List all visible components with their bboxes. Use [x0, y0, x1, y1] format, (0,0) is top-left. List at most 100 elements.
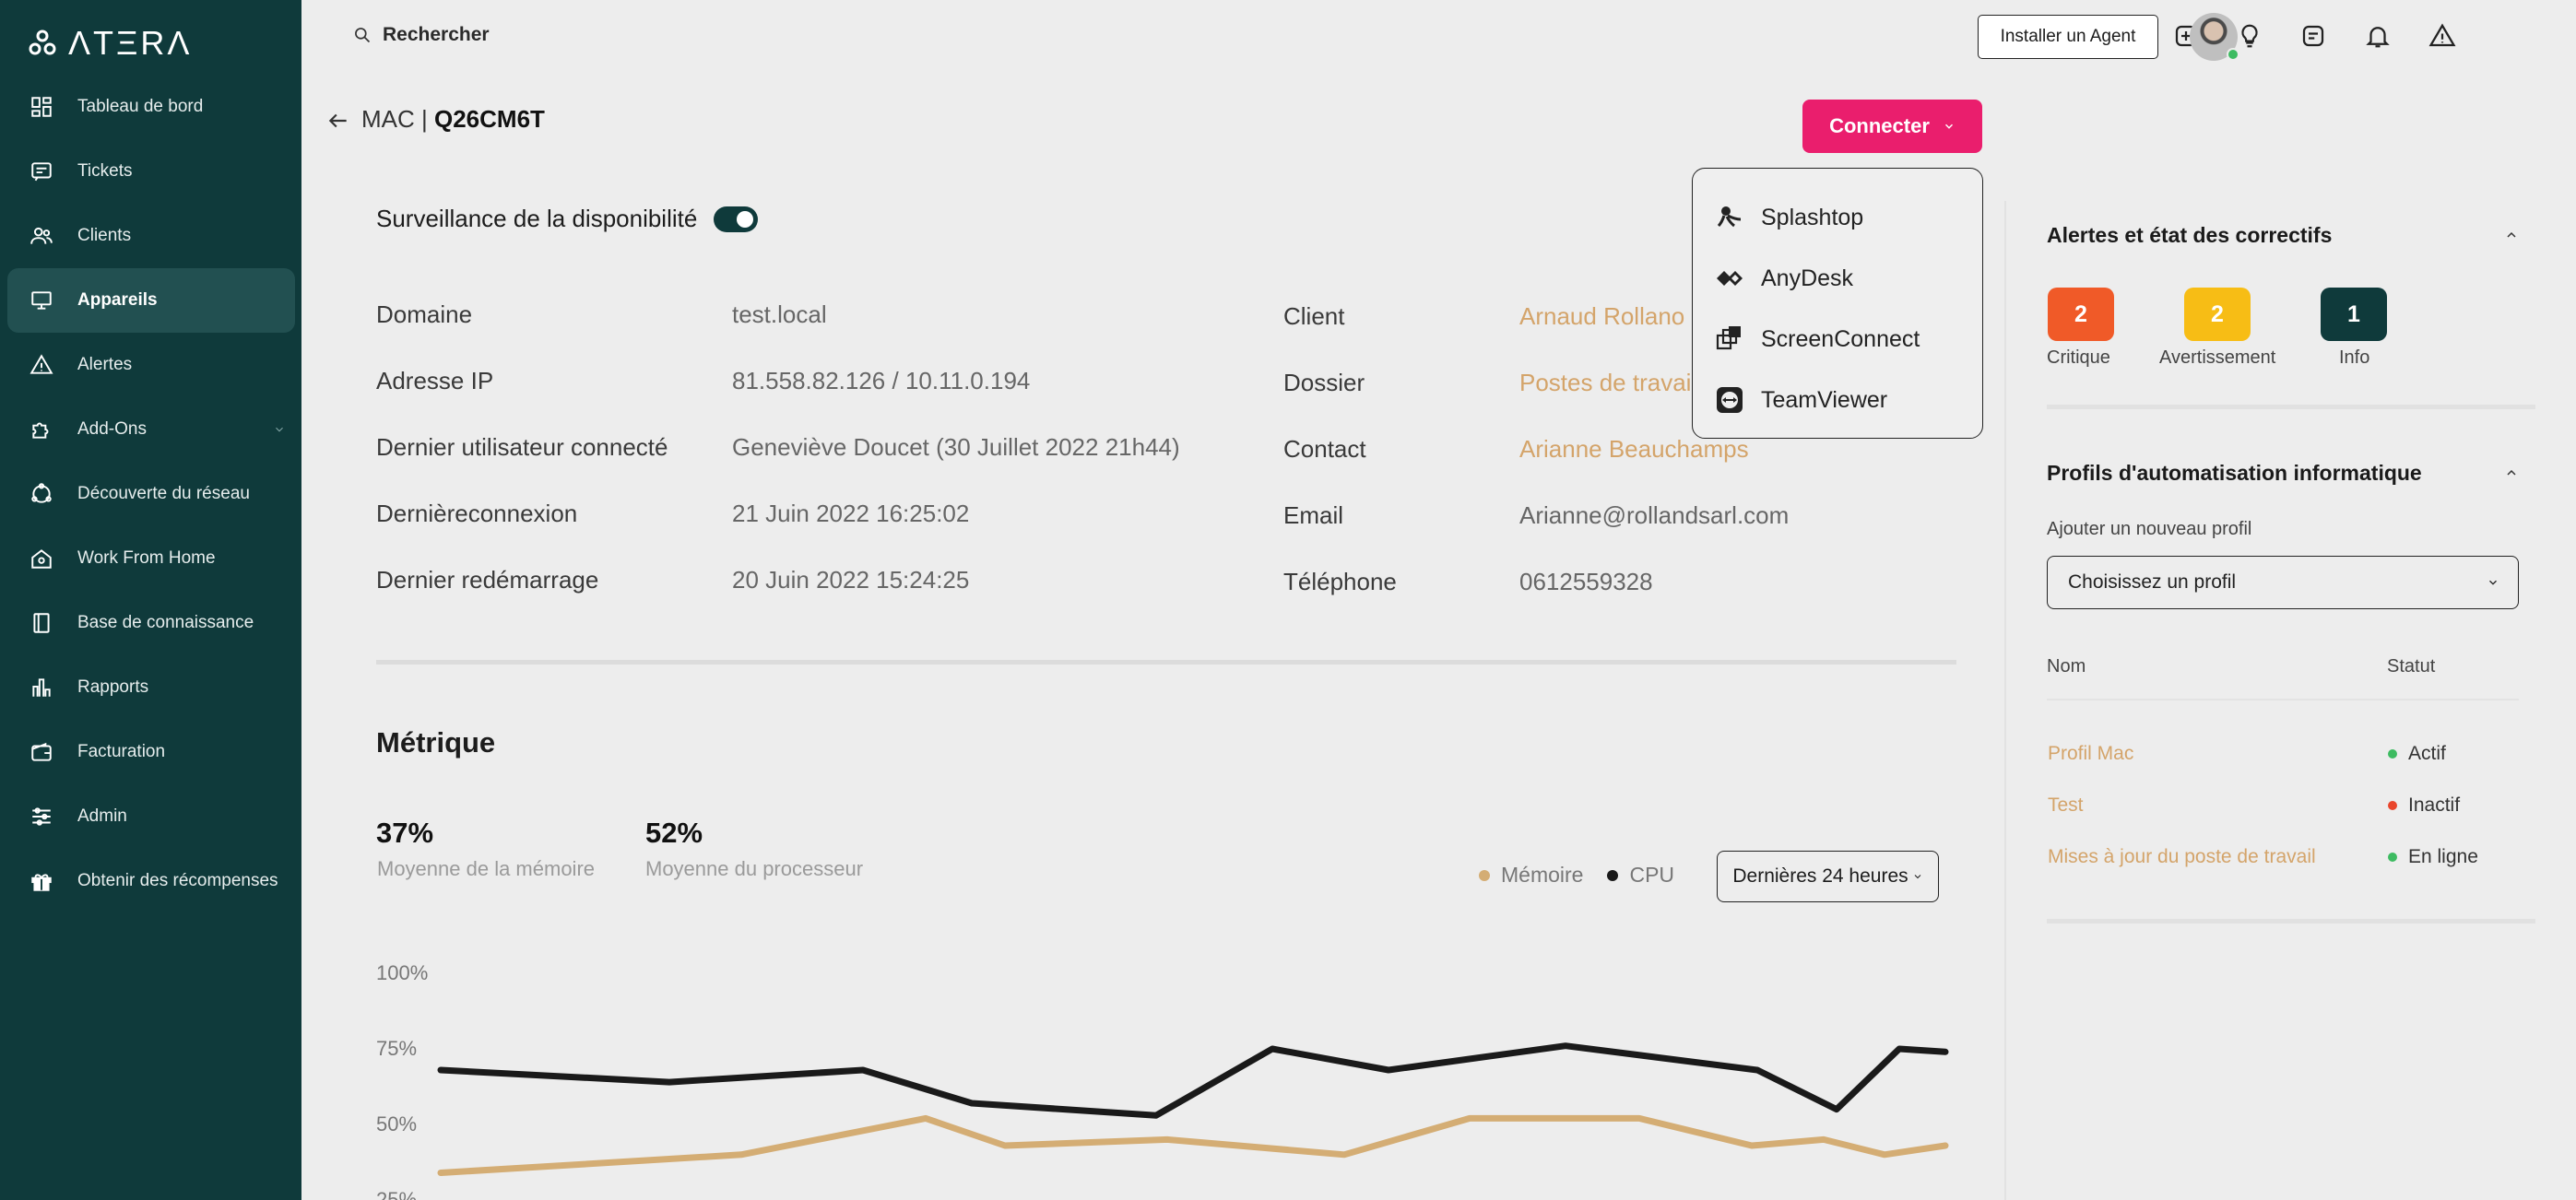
sidebar-item-label: Base de connaissance: [77, 613, 254, 632]
warning-badge[interactable]: 2: [2184, 288, 2251, 341]
connect-dropdown-menu: Splashtop AnyDesk ScreenConnect TeamView…: [1692, 168, 1983, 439]
sidebar-item-add-ons[interactable]: Add-Ons: [7, 397, 295, 462]
chevron-up-icon[interactable]: [2504, 465, 2519, 480]
lightbulb-icon: [2241, 24, 2258, 48]
panel-divider: [2047, 405, 2535, 409]
menu-item-teamviewer[interactable]: TeamViewer: [1693, 370, 1982, 430]
bell-icon: [2366, 27, 2390, 48]
automation-panel-title: Profils d'automatisation informatique: [2047, 461, 2422, 485]
profile-status: En ligne: [2388, 846, 2478, 868]
logo[interactable]: ΛTΞRΛ: [28, 24, 192, 63]
sidebar-item-dashboard[interactable]: Tableau de bord: [7, 75, 295, 139]
sidebar-item-label: Rapports: [77, 677, 149, 697]
alerts-panel-title: Alertes et état des correctifs: [2047, 223, 2333, 247]
back-button[interactable]: [326, 109, 350, 133]
sidebar-item-devices[interactable]: Appareils: [7, 268, 295, 333]
user-avatar[interactable]: [2190, 13, 2239, 61]
panel-divider: [2047, 919, 2535, 924]
sidebar-item-admin[interactable]: Admin: [7, 784, 295, 849]
chevron-up-icon[interactable]: [2504, 228, 2519, 242]
chevron-down-icon: [276, 427, 283, 432]
critical-label: Critique: [2047, 347, 2110, 368]
time-range-select[interactable]: Dernières 24 heures: [1717, 851, 1939, 902]
monitor-icon: [31, 291, 52, 310]
sidebar-item-billing[interactable]: Facturation: [7, 720, 295, 784]
sidebar-item-label: Facturation: [77, 742, 166, 761]
install-agent-button[interactable]: Installer un Agent: [1978, 15, 2158, 59]
sidebar-item-rewards[interactable]: Obtenir des récompenses: [7, 849, 295, 913]
profile-link[interactable]: Test: [2048, 794, 2084, 817]
anydesk-icon: [1717, 271, 1743, 286]
notifications-button[interactable]: [2362, 20, 2393, 52]
sidebar-item-work-from-home[interactable]: Work From Home: [7, 526, 295, 591]
legend-cpu-label: CPU: [1629, 863, 1675, 887]
critical-badge[interactable]: 2: [2048, 288, 2114, 341]
profile-select[interactable]: Choisissez un profil: [2047, 556, 2519, 609]
chevron-down-icon: [2489, 580, 2497, 585]
search-icon: [355, 28, 371, 43]
tips-button[interactable]: [2234, 20, 2265, 52]
sidebar-item-label: Tableau de bord: [77, 97, 204, 116]
sidebar-item-tickets[interactable]: Tickets: [7, 139, 295, 204]
ticket-icon: [31, 162, 52, 182]
column-header-status: Statut: [2387, 656, 2436, 676]
y-tick-label: 100%: [376, 961, 428, 984]
sidebar-item-clients[interactable]: Clients: [7, 204, 295, 268]
alerts-button[interactable]: [2427, 20, 2458, 52]
info-label: Info: [2339, 347, 2370, 368]
detail-label-last-login: Dernièreconnexion: [376, 500, 578, 527]
legend-memory-swatch: [1479, 869, 1490, 881]
detail-value-phone: 0612559328: [1519, 568, 1653, 595]
time-range-value: Dernières 24 heures: [1732, 865, 1908, 887]
menu-item-splashtop[interactable]: Splashtop: [1693, 187, 1982, 248]
device-name: Q26CM6T: [434, 105, 545, 133]
status-dot: [2388, 749, 2397, 759]
page-title: MAC | Q26CM6T: [361, 105, 545, 134]
critical-count: 2: [2074, 300, 2087, 327]
profile-link[interactable]: Mises à jour du poste de travail: [2048, 846, 2316, 868]
connect-button[interactable]: Connecter: [1802, 100, 1982, 153]
sidebar-item-label: Add-Ons: [77, 419, 147, 439]
sidebar-item-label: Admin: [77, 806, 127, 826]
sidebar-item-label: Tickets: [77, 161, 133, 181]
detail-label-folder: Dossier: [1283, 369, 1365, 396]
menu-item-anydesk[interactable]: AnyDesk: [1693, 248, 1982, 309]
info-badge[interactable]: 1: [2321, 288, 2387, 341]
chart-legend: Mémoire CPU: [1479, 863, 1674, 888]
chevron-down-icon: [1914, 875, 1921, 879]
client-link[interactable]: Arnaud Rollano: [1519, 302, 1684, 331]
profile-select-placeholder: Choisissez un profil: [2068, 571, 2237, 593]
availability-toggle[interactable]: [714, 206, 759, 232]
sidebar-item-alerts[interactable]: Alertes: [7, 333, 295, 397]
detail-label-contact: Contact: [1283, 435, 1366, 463]
sidebar-item-reports[interactable]: Rapports: [7, 655, 295, 720]
sidebar-item-label: Appareils: [77, 290, 158, 310]
folder-link[interactable]: Postes de travail: [1519, 369, 1696, 397]
legend-memory-label: Mémoire: [1501, 863, 1584, 887]
memory-average-value: 37%: [376, 817, 434, 849]
y-tick-label: 50%: [376, 1112, 417, 1135]
arrow-left-icon: [328, 113, 347, 128]
search-label: Rechercher: [383, 24, 490, 45]
metrics-line-chart: 100% 75% 50% 25%: [376, 961, 1949, 1200]
add-profile-label: Ajouter un nouveau profil: [2047, 519, 2252, 539]
menu-item-label: TeamViewer: [1761, 386, 1888, 413]
sidebar-item-network-discovery[interactable]: Découverte du réseau: [7, 462, 295, 526]
menu-item-screenconnect[interactable]: ScreenConnect: [1693, 309, 1982, 370]
detail-value-last-reboot: 20 Juin 2022 15:24:25: [732, 566, 970, 594]
metrics-title: Métrique: [376, 726, 496, 759]
memory-average-label: Moyenne de la mémoire: [377, 857, 596, 880]
sidebar-item-label: Obtenir des récompenses: [77, 871, 278, 890]
messages-button[interactable]: [2298, 20, 2329, 52]
search-field[interactable]: Rechercher: [353, 24, 490, 46]
contact-link[interactable]: Arianne Beauchamps: [1519, 435, 1749, 464]
detail-label-last-reboot: Dernier redémarrage: [376, 566, 599, 594]
profile-link[interactable]: Profil Mac: [2048, 743, 2133, 765]
gift-icon: [31, 874, 52, 891]
warning-label: Avertissement: [2159, 347, 2276, 368]
detail-value-ip: 81.558.82.126 / 10.11.0.194: [732, 367, 1031, 394]
detail-value-last-user: Geneviève Doucet (30 Juillet 2022 21h44): [732, 433, 1180, 461]
sliders-icon: [32, 807, 51, 826]
table-header-divider: [2047, 699, 2519, 700]
sidebar-item-knowledge-base[interactable]: Base de connaissance: [7, 591, 295, 655]
